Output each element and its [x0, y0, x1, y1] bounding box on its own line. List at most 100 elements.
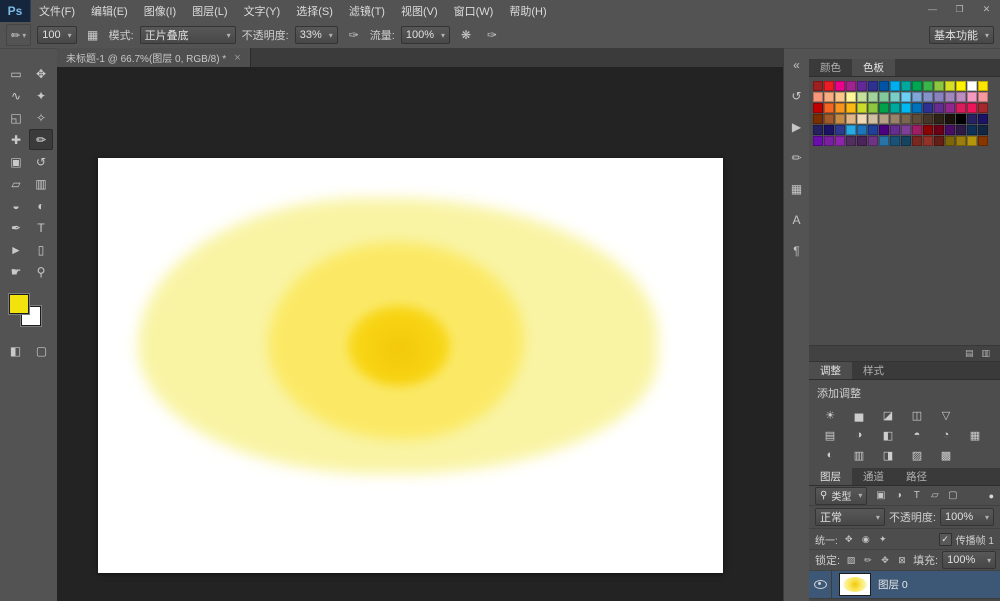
adjustment-layer-filter-icon[interactable]: ◑ [891, 489, 906, 503]
color-swatch[interactable] [890, 125, 900, 135]
color-swatch[interactable] [868, 136, 878, 146]
color-swatch[interactable] [879, 81, 889, 91]
color-swatch[interactable] [978, 114, 988, 124]
panel-tab[interactable]: 色板 [852, 59, 895, 76]
panel-tab[interactable]: 样式 [852, 362, 895, 379]
color-swatch[interactable] [978, 125, 988, 135]
color-swatch[interactable] [879, 136, 889, 146]
menu-item[interactable]: 文字(Y) [236, 0, 289, 22]
color-swatch[interactable] [945, 92, 955, 102]
color-swatch[interactable] [846, 103, 856, 113]
hue-saturation-icon[interactable]: ▤ [821, 427, 839, 443]
foreground-color-chip[interactable] [9, 294, 29, 314]
color-swatch[interactable] [934, 81, 944, 91]
color-lookup-icon[interactable]: ▦ [966, 427, 984, 443]
brush-panel-toggle-icon[interactable]: ▦ [83, 26, 103, 44]
channel-mixer-icon[interactable]: ◔ [937, 427, 955, 443]
clone-source-icon[interactable]: ▦ [786, 179, 808, 199]
unify-visibility-icon[interactable]: ◉ [859, 533, 873, 546]
propagate-checkbox[interactable]: ✓ [939, 533, 952, 546]
menu-item[interactable]: 文件(F) [31, 0, 83, 22]
panel-tab[interactable]: 路径 [895, 468, 938, 485]
color-swatch[interactable] [967, 103, 977, 113]
color-swatch[interactable] [912, 103, 922, 113]
menu-item[interactable]: 选择(S) [288, 0, 341, 22]
zoom-tool[interactable]: ⚲ [29, 261, 53, 282]
color-swatch[interactable] [912, 136, 922, 146]
layer-filter-select[interactable]: ⚲ 类型 [815, 487, 867, 505]
color-swatch[interactable] [923, 114, 933, 124]
color-swatch[interactable] [912, 81, 922, 91]
path-selection-tool[interactable]: ► [4, 239, 28, 260]
color-swatch[interactable] [824, 114, 834, 124]
color-swatch[interactable] [901, 114, 911, 124]
color-balance-icon[interactable]: ◑ [850, 427, 868, 443]
quick-mask-icon[interactable]: ◧ [6, 342, 26, 360]
quick-selection-tool[interactable]: ✦ [29, 85, 53, 106]
unify-position-icon[interactable]: ✥ [842, 533, 856, 546]
color-swatch[interactable] [890, 81, 900, 91]
color-swatch[interactable] [868, 103, 878, 113]
lock-transparency-icon[interactable]: ▨ [844, 554, 858, 567]
filter-toggle-icon[interactable]: ● [989, 491, 994, 501]
color-swatch[interactable] [901, 92, 911, 102]
color-swatch[interactable] [923, 136, 933, 146]
eraser-tool[interactable]: ▱ [4, 173, 28, 194]
document-tab[interactable]: 未标题-1 @ 66.7%(图层 0, RGB/8) * × [57, 48, 251, 67]
color-swatch[interactable] [879, 125, 889, 135]
color-swatch[interactable] [934, 114, 944, 124]
color-swatch[interactable] [835, 136, 845, 146]
canvas-area[interactable] [57, 67, 783, 601]
color-swatch[interactable] [835, 103, 845, 113]
invert-icon[interactable]: ◐ [821, 447, 839, 463]
color-swatch[interactable] [956, 103, 966, 113]
color-swatch[interactable] [824, 92, 834, 102]
gradient-map-icon[interactable]: ▨ [908, 447, 926, 463]
color-swatch[interactable] [846, 92, 856, 102]
menu-item[interactable]: 编辑(E) [83, 0, 136, 22]
color-swatch[interactable] [945, 114, 955, 124]
pressure-opacity-icon[interactable]: ✑ [344, 26, 364, 44]
color-swatch[interactable] [956, 81, 966, 91]
color-swatch[interactable] [956, 114, 966, 124]
color-swatch[interactable] [846, 81, 856, 91]
smart-object-filter-icon[interactable]: ▢ [945, 489, 960, 503]
color-swatch[interactable] [945, 125, 955, 135]
layer-opacity-input[interactable]: 100% [940, 508, 994, 526]
color-swatch[interactable] [945, 103, 955, 113]
photo-filter-icon[interactable]: ◓ [908, 427, 926, 443]
color-swatch[interactable] [923, 81, 933, 91]
color-swatch[interactable] [824, 81, 834, 91]
rectangular-marquee-tool[interactable]: ▭ [4, 63, 28, 84]
color-swatch[interactable] [857, 136, 867, 146]
color-swatch[interactable] [967, 92, 977, 102]
minimize-button[interactable]: — [919, 2, 946, 18]
history-brush-tool[interactable]: ↺ [29, 151, 53, 172]
color-swatch[interactable] [868, 114, 878, 124]
color-swatch[interactable] [835, 114, 845, 124]
color-swatch[interactable] [901, 81, 911, 91]
color-swatch[interactable] [857, 103, 867, 113]
blend-mode-select[interactable]: 正片叠底 [140, 26, 236, 44]
document-canvas[interactable] [98, 158, 723, 573]
airbrush-icon[interactable]: ❋ [456, 26, 476, 44]
color-swatch[interactable] [967, 114, 977, 124]
spot-healing-brush-tool[interactable]: ✚ [4, 129, 28, 150]
gradient-tool[interactable]: ▥ [29, 173, 53, 194]
restore-button[interactable]: ❒ [946, 2, 973, 18]
color-swatch[interactable] [846, 136, 856, 146]
layer-visibility-toggle[interactable] [809, 571, 832, 598]
color-swatch[interactable] [901, 125, 911, 135]
color-swatch[interactable] [835, 125, 845, 135]
workspace-switcher[interactable]: 基本功能 [929, 26, 994, 44]
color-swatch[interactable] [934, 103, 944, 113]
color-swatch[interactable] [956, 125, 966, 135]
color-swatch[interactable] [879, 114, 889, 124]
color-swatch[interactable] [890, 92, 900, 102]
rectangle-tool[interactable]: ▯ [29, 239, 53, 260]
clone-stamp-tool[interactable]: ▣ [4, 151, 28, 172]
layer-blend-mode-select[interactable]: 正常 [815, 508, 885, 526]
curves-icon[interactable]: ◪ [879, 407, 897, 423]
color-swatch[interactable] [967, 81, 977, 91]
color-swatch[interactable] [890, 114, 900, 124]
